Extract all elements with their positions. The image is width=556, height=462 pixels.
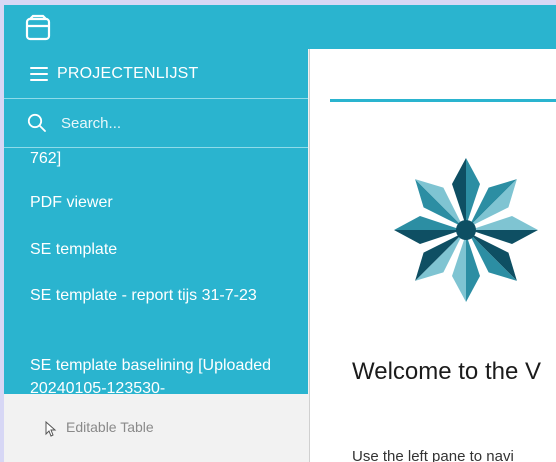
dropdown-search	[4, 99, 308, 148]
project-item[interactable]: PDF viewer	[30, 191, 295, 214]
menu-icon[interactable]	[30, 66, 48, 81]
sidebar: Editable Table PROJECTENLIJST 762] PDF v…	[4, 49, 310, 462]
main-content: Welcome to the V Use the left pane to na…	[310, 49, 556, 462]
logo	[394, 158, 538, 302]
app-frame: Editable Table PROJECTENLIJST 762] PDF v…	[4, 5, 556, 462]
project-list: 762] PDF viewer SE template SE template …	[4, 147, 308, 394]
divider	[330, 99, 556, 102]
search-icon	[27, 113, 46, 132]
project-list-dropdown: PROJECTENLIJST 762] PDF viewer SE templa…	[4, 49, 308, 394]
project-item[interactable]: 762]	[30, 147, 295, 170]
dropdown-header[interactable]: PROJECTENLIJST	[4, 49, 308, 99]
top-bar	[4, 5, 556, 49]
welcome-heading: Welcome to the V	[352, 358, 541, 385]
help-text: Use the left pane to navi	[352, 448, 514, 462]
project-item[interactable]: SE template baselining [Uploaded 2024010…	[30, 354, 295, 394]
database-icon[interactable]	[24, 14, 54, 42]
project-item[interactable]: SE template	[30, 238, 295, 261]
dropdown-title: PROJECTENLIJST	[57, 64, 199, 82]
cursor-icon	[45, 421, 57, 437]
sidebar-item-label: Editable Table	[66, 419, 154, 435]
project-item[interactable]: SE template - report tijs 31-7-23	[30, 284, 295, 307]
logo-core	[456, 220, 476, 240]
search-input[interactable]	[59, 109, 283, 137]
